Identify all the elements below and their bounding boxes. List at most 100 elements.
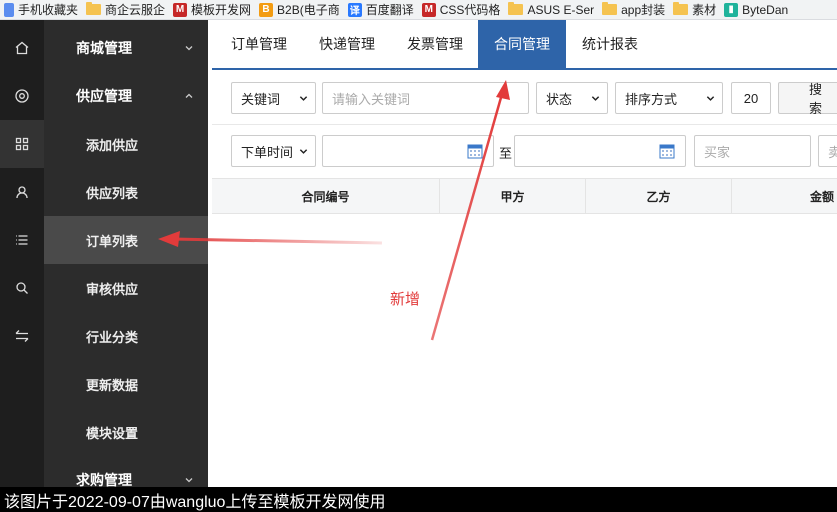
- chevron-down-icon: [706, 96, 715, 101]
- sidebar-item-industry-category[interactable]: 行业分类: [44, 312, 208, 360]
- app-window: 手机收藏夹 商企云服企 M 模板开发网 B B2B(电子商 译 百度翻译 M C…: [0, 0, 837, 512]
- bytedance-logo-icon: ▮: [724, 2, 739, 17]
- buyer-input[interactable]: 买家: [694, 135, 811, 167]
- sidebar-group-supply[interactable]: 供应管理: [44, 72, 208, 120]
- seller-input[interactable]: 卖: [818, 135, 837, 167]
- sidebar: 商城管理 供应管理 添加供应 供应列表 订单列表 审核供应 行业分类 更新数据 …: [44, 20, 208, 488]
- user-icon[interactable]: [0, 168, 44, 216]
- bookmark-item[interactable]: ▮ ByteDan: [720, 0, 792, 19]
- column-header-party-a[interactable]: 甲方: [440, 179, 586, 213]
- sidebar-item-label: 行业分类: [86, 329, 139, 345]
- bookmark-label: 商企云服企: [105, 3, 166, 17]
- chevron-down-icon: [185, 478, 193, 483]
- sort-select-value: 排序方式: [625, 91, 678, 107]
- sidebar-item-update-data[interactable]: 更新数据: [44, 360, 208, 408]
- sidebar-group-label: 供应管理: [76, 88, 132, 104]
- chevron-down-icon: [299, 149, 308, 154]
- sidebar-group-mall[interactable]: 商城管理: [44, 24, 208, 72]
- bookmark-item[interactable]: 素材: [669, 0, 720, 19]
- bookmark-label: 素材: [692, 3, 717, 17]
- chevron-up-icon: [185, 93, 193, 98]
- sidebar-item-review-supply[interactable]: 审核供应: [44, 264, 208, 312]
- bookmark-label: 百度翻译: [365, 3, 414, 17]
- sort-select[interactable]: 排序方式: [615, 82, 723, 114]
- swap-icon[interactable]: [0, 312, 44, 360]
- status-select[interactable]: 状态: [536, 82, 608, 114]
- sidebar-item-label: 供应列表: [86, 185, 139, 201]
- bookmark-label: CSS代码格: [439, 3, 501, 17]
- folder-icon: [602, 2, 618, 15]
- page-size-input[interactable]: 20: [731, 82, 771, 114]
- folder-icon: [86, 2, 102, 15]
- buyer-input-placeholder: 买家: [704, 144, 731, 160]
- translate-icon: 译: [347, 2, 362, 17]
- grid-icon[interactable]: [0, 120, 44, 168]
- sidebar-item-supply-list[interactable]: 供应列表: [44, 168, 208, 216]
- tab-reports[interactable]: 统计报表: [566, 20, 654, 68]
- bookmark-label: app封装: [621, 3, 666, 17]
- b2b-logo-icon: B: [259, 2, 274, 17]
- sidebar-item-order-list[interactable]: 订单列表: [44, 216, 208, 264]
- table-header: 合同编号 甲方 乙方 金额: [212, 178, 837, 214]
- search-icon[interactable]: [0, 264, 44, 312]
- calendar-icon[interactable]: [467, 143, 483, 159]
- sidebar-item-label: 添加供应: [86, 137, 139, 153]
- bookmark-item[interactable]: 手机收藏夹: [0, 0, 82, 19]
- bookmark-item[interactable]: B B2B(电子商: [255, 0, 344, 19]
- search-button-label: 搜 索: [809, 82, 823, 116]
- date-range-separator: 至: [499, 146, 513, 161]
- list-icon[interactable]: [0, 216, 44, 264]
- chevron-down-icon: [299, 96, 308, 101]
- watermark-bar: 该图片于2022-09-07由wangluo上传至模板开发网使用: [0, 487, 837, 512]
- bookmark-item[interactable]: app封装: [598, 0, 669, 19]
- m-logo-icon: M: [173, 2, 188, 17]
- sidebar-group-label: 商城管理: [76, 40, 132, 56]
- calendar-icon[interactable]: [659, 143, 675, 159]
- home-icon[interactable]: [0, 24, 44, 72]
- chevron-down-icon: [591, 96, 600, 101]
- tab-orders[interactable]: 订单管理: [216, 20, 302, 68]
- bookmarks-bar: 手机收藏夹 商企云服企 M 模板开发网 B B2B(电子商 译 百度翻译 M C…: [0, 0, 837, 20]
- keyword-input-placeholder: 请输入关键词: [332, 91, 411, 107]
- annotation-label: 新增: [390, 291, 421, 308]
- bookmark-label: 手机收藏夹: [18, 3, 79, 17]
- start-date-input[interactable]: [322, 135, 494, 167]
- m-logo-icon: M: [421, 2, 436, 17]
- bookmark-label: ByteDan: [742, 2, 789, 17]
- end-date-input[interactable]: [514, 135, 686, 167]
- folder-icon: [673, 2, 689, 15]
- sidebar-item-module-settings[interactable]: 模块设置: [44, 408, 208, 456]
- column-header-contract-no[interactable]: 合同编号: [212, 179, 440, 213]
- column-header-amount[interactable]: 金额: [732, 179, 837, 213]
- divider: [212, 124, 837, 125]
- bookmark-item[interactable]: 商企云服企: [82, 0, 169, 19]
- column-header-party-b[interactable]: 乙方: [586, 179, 732, 213]
- tab-express[interactable]: 快递管理: [304, 20, 390, 68]
- seller-input-placeholder: 卖: [828, 144, 837, 160]
- page-icon: [4, 2, 14, 17]
- sidebar-item-label: 审核供应: [86, 281, 139, 297]
- date-type-select[interactable]: 下单时间: [231, 135, 316, 167]
- date-type-select-value: 下单时间: [241, 144, 294, 160]
- sidebar-item-label: 模块设置: [86, 425, 139, 441]
- keyword-select[interactable]: 关键词: [231, 82, 316, 114]
- target-icon[interactable]: [0, 72, 44, 120]
- keyword-input[interactable]: 请输入关键词: [322, 82, 529, 114]
- search-button[interactable]: 搜 索: [778, 82, 837, 116]
- sidebar-item-add-supply[interactable]: 添加供应: [44, 120, 208, 168]
- bookmark-item[interactable]: 译 百度翻译: [344, 0, 418, 19]
- bookmark-label: 模板开发网: [191, 3, 252, 17]
- watermark-text: 该图片于2022-09-07由wangluo上传至模板开发网使用: [4, 493, 386, 511]
- folder-icon: [508, 2, 524, 15]
- status-select-value: 状态: [546, 91, 573, 107]
- tab-invoices[interactable]: 发票管理: [392, 20, 478, 68]
- tab-contracts[interactable]: 合同管理: [478, 20, 566, 68]
- tab-bar: 订单管理 快递管理 发票管理 合同管理 统计报表: [212, 20, 837, 70]
- page-size-value: 20: [743, 90, 759, 106]
- sidebar-item-label: 更新数据: [86, 377, 139, 393]
- bookmark-label: ASUS E-Ser: [527, 2, 595, 17]
- bookmark-item[interactable]: M 模板开发网: [169, 0, 255, 19]
- bookmark-item[interactable]: M CSS代码格: [418, 0, 505, 19]
- icon-rail: [0, 20, 44, 487]
- bookmark-item[interactable]: ASUS E-Ser: [504, 0, 598, 19]
